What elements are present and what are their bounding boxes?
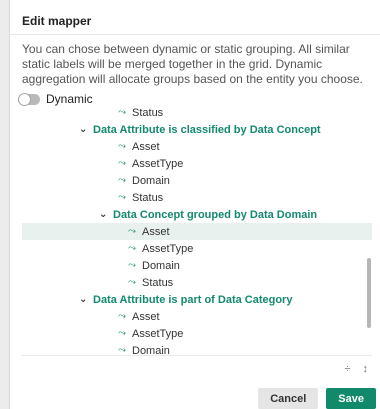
- tree-leaf-label: Asset: [132, 140, 160, 153]
- tree-rows: ⤳ Status ⌄ Data Attribute is classified by …: [22, 104, 372, 356]
- tree-leaf-label: Domain: [132, 344, 170, 356]
- edit-mapper-dialog: Edit mapper You can chose between dynami…: [9, 0, 380, 409]
- trend-icon: ⤳: [118, 192, 126, 203]
- tree-leaf-row[interactable]: ⤳ Asset: [22, 138, 372, 155]
- tree-leaf-label: Asset: [132, 310, 160, 323]
- trend-icon: ⤳: [118, 158, 126, 169]
- tree-group-label: Data Attribute is part of Data Category: [93, 293, 293, 306]
- tree-group-label: Data Attribute is classified by Data Con…: [93, 123, 321, 136]
- chevron-down-icon[interactable]: ⌄: [99, 209, 113, 220]
- trend-icon: ⤳: [118, 107, 126, 118]
- tree-tools: ÷ ↕: [344, 363, 368, 375]
- tree-leaf-row[interactable]: ⤳ AssetType: [22, 240, 372, 257]
- tree-group-label: Data Concept grouped by Data Domain: [113, 208, 318, 221]
- tree-leaf-row[interactable]: ⤳ Asset: [22, 308, 372, 325]
- tree-leaf-row[interactable]: ⤳ Domain: [22, 257, 372, 274]
- trend-icon: ⤳: [118, 311, 126, 322]
- cancel-button[interactable]: Cancel: [258, 388, 319, 409]
- trend-icon: ⤳: [128, 260, 136, 271]
- trend-icon: ⤳: [128, 226, 136, 237]
- dialog-title: Edit mapper: [22, 14, 92, 28]
- tree-group-row[interactable]: ⌄ Data Attribute is part of Data Category: [22, 291, 372, 308]
- tree-scrollbar[interactable]: [366, 104, 372, 355]
- trend-icon: ⤳: [118, 141, 126, 152]
- tree-leaf-row[interactable]: ⤳ Asset: [22, 223, 372, 240]
- tree-leaf-row[interactable]: ⤳ Status: [22, 274, 372, 291]
- scroll-thumb[interactable]: [367, 258, 371, 328]
- tree-leaf-label: Status: [132, 191, 164, 204]
- mapper-tree[interactable]: ⤳ Status ⌄ Data Attribute is classified by …: [22, 104, 372, 356]
- tree-leaf-label: Domain: [132, 174, 170, 187]
- tree-group-row[interactable]: ⌄ Data Concept grouped by Data Domain: [22, 206, 372, 223]
- tree-leaf-label: Asset: [142, 225, 170, 238]
- tree-group-row[interactable]: ⌄ Data Attribute is classified by Data Co…: [22, 121, 372, 138]
- dialog-footer: Cancel Save: [258, 388, 376, 409]
- tree-leaf-row[interactable]: ⤳ Status: [22, 104, 372, 121]
- tree-leaf-label: AssetType: [132, 157, 184, 170]
- tree-leaf-row[interactable]: ⤳ Status: [22, 189, 372, 206]
- tree-leaf-label: Status: [132, 106, 164, 119]
- trend-icon: ⤳: [118, 328, 126, 339]
- title-divider: [10, 34, 380, 35]
- tree-leaf-label: Status: [142, 276, 174, 289]
- trend-icon: ⤳: [118, 175, 126, 186]
- trend-icon: ⤳: [118, 345, 126, 356]
- expand-icon[interactable]: ↕: [363, 363, 369, 375]
- dialog-description: You can chose between dynamic or static …: [22, 42, 363, 86]
- trend-icon: ⤳: [128, 243, 136, 254]
- tree-leaf-label: Domain: [142, 259, 180, 272]
- chevron-down-icon[interactable]: ⌄: [79, 124, 93, 135]
- tree-leaf-row[interactable]: ⤳ AssetType: [22, 155, 372, 172]
- save-button[interactable]: Save: [326, 388, 376, 409]
- chevron-down-icon[interactable]: ⌄: [79, 294, 93, 305]
- dynamic-toggle[interactable]: [18, 92, 40, 106]
- tree-leaf-label: AssetType: [142, 242, 194, 255]
- collapse-icon[interactable]: ÷: [344, 363, 350, 375]
- tree-leaf-row[interactable]: ⤳ Domain: [22, 172, 372, 189]
- tree-leaf-row[interactable]: ⤳ AssetType: [22, 325, 372, 342]
- tree-leaf-row[interactable]: ⤳ Domain: [22, 342, 372, 356]
- tree-leaf-label: AssetType: [132, 327, 184, 340]
- trend-icon: ⤳: [128, 277, 136, 288]
